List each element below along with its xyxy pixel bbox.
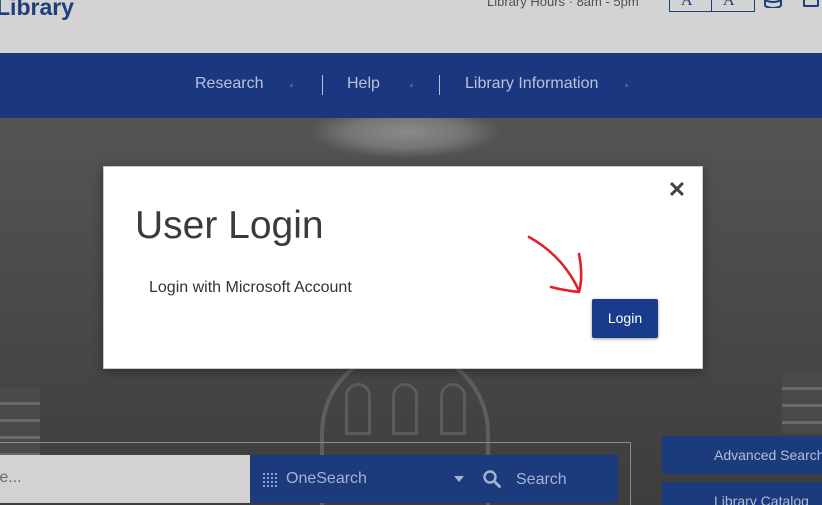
login-button[interactable]: Login (592, 299, 658, 338)
login-dialog: User Login ✕ Login with Microsoft Accoun… (103, 166, 703, 369)
dialog-subtitle: Login with Microsoft Account (149, 279, 352, 296)
close-icon[interactable]: ✕ (666, 179, 688, 201)
arrow-annotation (527, 235, 583, 294)
dialog-title: User Login (135, 204, 324, 247)
